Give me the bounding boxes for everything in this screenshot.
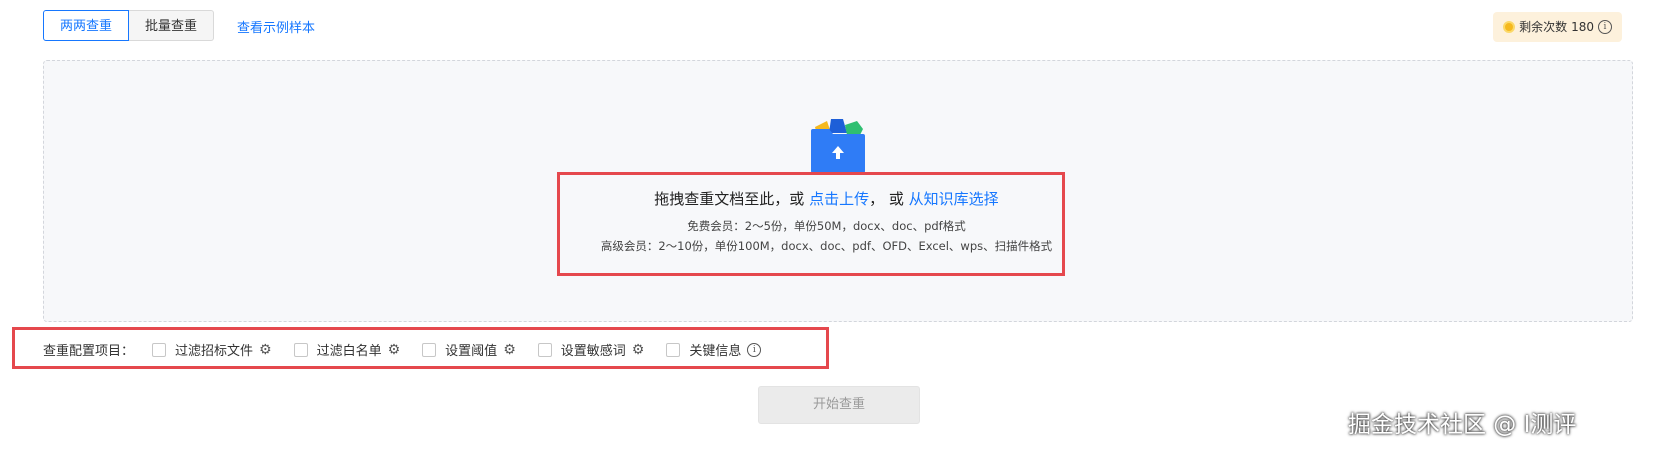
- coin-icon: [1503, 21, 1516, 33]
- quota-count: 180: [1571, 20, 1594, 34]
- option-label: 过滤招标文件: [175, 344, 254, 359]
- info-icon[interactable]: i: [747, 342, 762, 357]
- option-filter-bidding-docs[interactable]: 过滤招标文件 ⚙: [152, 340, 272, 359]
- checkbox[interactable]: [537, 342, 552, 357]
- start-check-button[interactable]: 开始查重: [758, 386, 920, 424]
- info-icon[interactable]: i: [1598, 20, 1612, 34]
- tab-batch-check[interactable]: 批量查重: [129, 10, 215, 41]
- free-member-note: 免费会员：2～5份，单份50M，docx、doc、pdf格式: [687, 219, 966, 233]
- gear-icon[interactable]: ⚙: [503, 343, 516, 357]
- upload-instruction-text: 拖拽查重文档至此，或: [654, 190, 805, 208]
- gear-icon[interactable]: ⚙: [632, 343, 645, 357]
- gear-icon[interactable]: ⚙: [388, 343, 401, 357]
- checkbox[interactable]: [293, 342, 308, 357]
- premium-member-note: 高级会员：2～10份，单份100M，docx、doc、pdf、OFD、Excel…: [600, 239, 1053, 253]
- check-config-highlight: 查重配置项目： 过滤招标文件 ⚙ 过滤白名单 ⚙ 设置阈值 ⚙ 设置敏感词 ⚙ …: [12, 327, 829, 369]
- gear-icon[interactable]: ⚙: [259, 343, 272, 357]
- check-config-bar: 查重配置项目： 过滤招标文件 ⚙ 过滤白名单 ⚙ 设置阈值 ⚙ 设置敏感词 ⚙ …: [43, 340, 783, 359]
- checkbox[interactable]: [152, 342, 167, 357]
- click-upload-link[interactable]: 点击上传: [809, 190, 869, 208]
- watermark-text: 掘金技术社区 @ I测评: [1348, 412, 1577, 438]
- quota-label: 剩余次数: [1519, 20, 1568, 34]
- option-set-sensitive-words[interactable]: 设置敏感词 ⚙: [537, 340, 645, 359]
- view-sample-link[interactable]: 查看示例样本: [237, 17, 315, 36]
- upload-instruction-line: 拖拽查重文档至此，或 点击上传， 或 从知识库选择: [0, 188, 1653, 209]
- option-label: 过滤白名单: [316, 344, 382, 359]
- mode-tabs: 两两查重 批量查重: [43, 10, 215, 41]
- upload-instruction-or: ， 或: [869, 190, 904, 208]
- option-label: 设置阈值: [445, 344, 498, 359]
- config-title: 查重配置项目：: [43, 344, 135, 359]
- checkbox[interactable]: [666, 342, 681, 357]
- option-label: 设置敏感词: [560, 344, 626, 359]
- remaining-quota-badge: 剩余次数 180 i: [1493, 12, 1622, 42]
- option-key-information[interactable]: 关键信息 i: [666, 340, 762, 359]
- folder-upload-icon: [811, 119, 865, 173]
- option-label: 关键信息: [689, 344, 742, 359]
- select-from-knowledge-base-link[interactable]: 从知识库选择: [909, 190, 999, 208]
- checkbox[interactable]: [422, 342, 437, 357]
- option-set-threshold[interactable]: 设置阈值 ⚙: [422, 340, 516, 359]
- tab-pairwise-check[interactable]: 两两查重: [43, 10, 130, 41]
- option-filter-whitelist[interactable]: 过滤白名单 ⚙: [293, 340, 401, 359]
